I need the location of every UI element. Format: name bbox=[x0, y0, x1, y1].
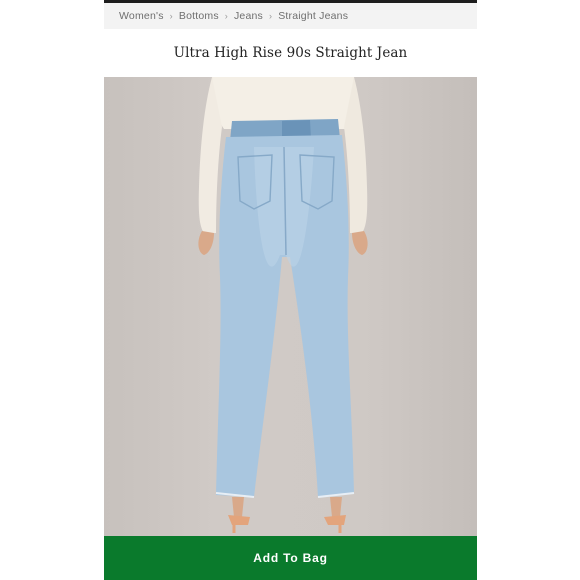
product-title: Ultra High Rise 90s Straight Jean bbox=[173, 45, 408, 61]
breadcrumb-womens[interactable]: Women's bbox=[119, 10, 164, 22]
left-ankle bbox=[232, 497, 244, 517]
jeans-illustration bbox=[198, 77, 368, 533]
right-heel bbox=[324, 515, 346, 525]
add-to-bag-button[interactable]: Add To Bag bbox=[104, 536, 477, 580]
product-page: Women's › Bottoms › Jeans › Straight Jea… bbox=[104, 0, 477, 580]
breadcrumb-bottoms[interactable]: Bottoms bbox=[179, 10, 219, 22]
title-bar: Ultra High Rise 90s Straight Jean bbox=[104, 29, 477, 77]
right-ankle bbox=[330, 497, 342, 517]
chevron-right-icon: › bbox=[224, 11, 228, 21]
product-image[interactable] bbox=[104, 77, 477, 536]
breadcrumb-straight-jeans[interactable]: Straight Jeans bbox=[278, 10, 348, 22]
breadcrumb-jeans[interactable]: Jeans bbox=[234, 10, 263, 22]
add-to-bag-label: Add To Bag bbox=[253, 551, 328, 565]
chevron-right-icon: › bbox=[269, 11, 273, 21]
right-hand bbox=[352, 231, 368, 255]
left-heel bbox=[228, 515, 250, 525]
chevron-right-icon: › bbox=[169, 11, 173, 21]
breadcrumb: Women's › Bottoms › Jeans › Straight Jea… bbox=[104, 3, 477, 29]
left-hand bbox=[198, 231, 214, 255]
